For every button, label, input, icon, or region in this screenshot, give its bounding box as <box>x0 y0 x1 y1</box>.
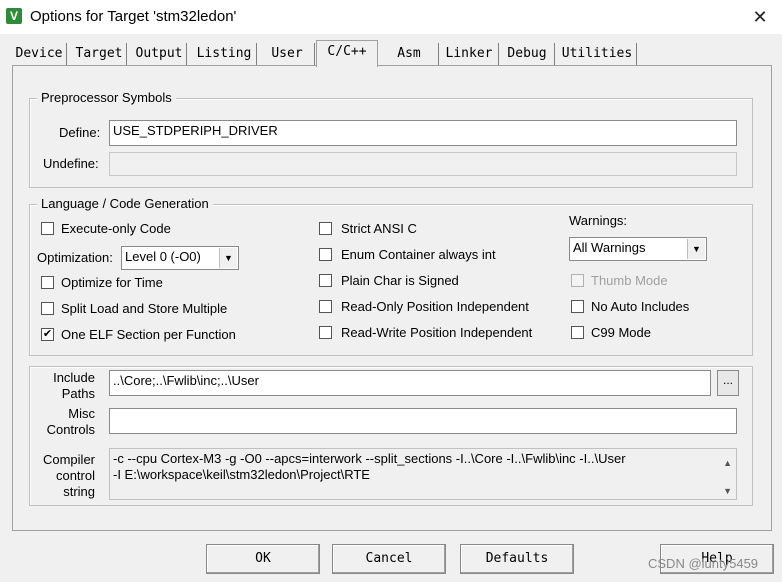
keil-icon: V <box>6 8 22 24</box>
defaults-button[interactable]: Defaults <box>460 544 574 574</box>
split-load-checkbox[interactable] <box>41 302 54 315</box>
chevron-down-icon[interactable]: ▼ <box>687 239 705 259</box>
tab-utilities[interactable]: Utilities <box>558 43 637 65</box>
window-title: Options for Target 'stm32ledon' <box>30 8 237 25</box>
checkmark-icon: ✔ <box>42 328 53 340</box>
warnings-label: Warnings: <box>569 213 628 228</box>
options-panel: Preprocessor Symbols Define: USE_STDPERI… <box>12 65 772 531</box>
plain-char-checkbox[interactable] <box>319 274 332 287</box>
scroll-up-icon[interactable]: ▲ <box>723 455 732 471</box>
preprocessor-group-title: Preprocessor Symbols <box>37 90 176 105</box>
tab-debug[interactable]: Debug <box>500 43 555 65</box>
tab-device[interactable]: Device <box>12 43 67 65</box>
cancel-button[interactable]: Cancel <box>332 544 446 574</box>
compiler-label-line2: control <box>55 468 95 483</box>
optimization-select[interactable]: Level 0 (-O0) ▼ <box>121 246 239 270</box>
compiler-label-line1: Compiler <box>42 452 95 467</box>
no-auto-includes-label: No Auto Includes <box>591 299 690 314</box>
optimize-time-label: Optimize for Time <box>61 275 163 290</box>
ro-position-label: Read-Only Position Independent <box>341 299 529 314</box>
tab-cpp[interactable]: C/C++ <box>316 40 378 67</box>
execute-only-label: Execute-only Code <box>61 221 171 236</box>
misc-controls-input[interactable] <box>109 408 737 434</box>
compiler-control-string[interactable]: -c --cpu Cortex-M3 -g -O0 --apcs=interwo… <box>109 448 737 500</box>
strict-ansi-label: Strict ANSI C <box>341 221 417 236</box>
scroll-down-icon[interactable]: ▼ <box>723 483 732 499</box>
rw-position-label: Read-Write Position Independent <box>341 325 533 340</box>
include-label-line2: Paths <box>61 386 95 401</box>
ok-button[interactable]: OK <box>206 544 320 574</box>
warnings-select[interactable]: All Warnings ▼ <box>569 237 707 261</box>
misc-label-line1: Misc <box>68 406 95 421</box>
tab-output[interactable]: Output <box>132 43 187 65</box>
tab-linker[interactable]: Linker <box>440 43 499 65</box>
watermark: CSDN @lunty5459 <box>648 556 759 571</box>
define-label: Define: <box>59 125 101 140</box>
define-input[interactable]: USE_STDPERIPH_DRIVER <box>109 120 737 146</box>
compiler-line-2: -I E:\workspace\keil\stm32ledon\Project\… <box>113 467 370 482</box>
tab-asm[interactable]: Asm <box>380 43 439 65</box>
strict-ansi-checkbox[interactable] <box>319 222 332 235</box>
tab-listing[interactable]: Listing <box>192 43 257 65</box>
compiler-line-1: -c --cpu Cortex-M3 -g -O0 --apcs=interwo… <box>113 451 626 466</box>
one-elf-checkbox[interactable]: ✔ <box>41 328 54 341</box>
enum-container-checkbox[interactable] <box>319 248 332 261</box>
tab-user[interactable]: User <box>260 43 315 65</box>
one-elf-label: One ELF Section per Function <box>61 327 236 342</box>
c99-mode-checkbox[interactable] <box>571 326 584 339</box>
rw-position-checkbox[interactable] <box>319 326 332 339</box>
language-group-title: Language / Code Generation <box>37 196 213 211</box>
ro-position-checkbox[interactable] <box>319 300 332 313</box>
include-paths-input[interactable]: ..\Core;..\Fwlib\inc;..\User <box>109 370 711 396</box>
optimization-value: Level 0 (-O0) <box>125 249 201 264</box>
undefine-label: Undefine: <box>43 156 99 171</box>
undefine-input[interactable] <box>109 152 737 176</box>
misc-label-line2: Controls <box>46 422 95 437</box>
close-icon[interactable]: ✕ <box>744 4 776 30</box>
optimization-label: Optimization: <box>37 250 113 265</box>
thumb-mode-label: Thumb Mode <box>591 273 668 288</box>
warnings-value: All Warnings <box>573 240 646 255</box>
chevron-down-icon[interactable]: ▼ <box>219 248 237 268</box>
include-label-line1: Include <box>53 370 95 385</box>
no-auto-includes-checkbox[interactable] <box>571 300 584 313</box>
thumb-mode-checkbox <box>571 274 584 287</box>
include-browse-button[interactable]: ... <box>717 370 739 396</box>
title-bar: V Options for Target 'stm32ledon' ✕ <box>0 0 782 34</box>
enum-container-label: Enum Container always int <box>341 247 496 262</box>
split-load-label: Split Load and Store Multiple <box>61 301 228 316</box>
compiler-label-line3: string <box>63 484 95 499</box>
execute-only-checkbox[interactable] <box>41 222 54 235</box>
tab-target[interactable]: Target <box>72 43 127 65</box>
optimize-time-checkbox[interactable] <box>41 276 54 289</box>
plain-char-label: Plain Char is Signed <box>341 273 459 288</box>
c99-mode-label: C99 Mode <box>591 325 651 340</box>
